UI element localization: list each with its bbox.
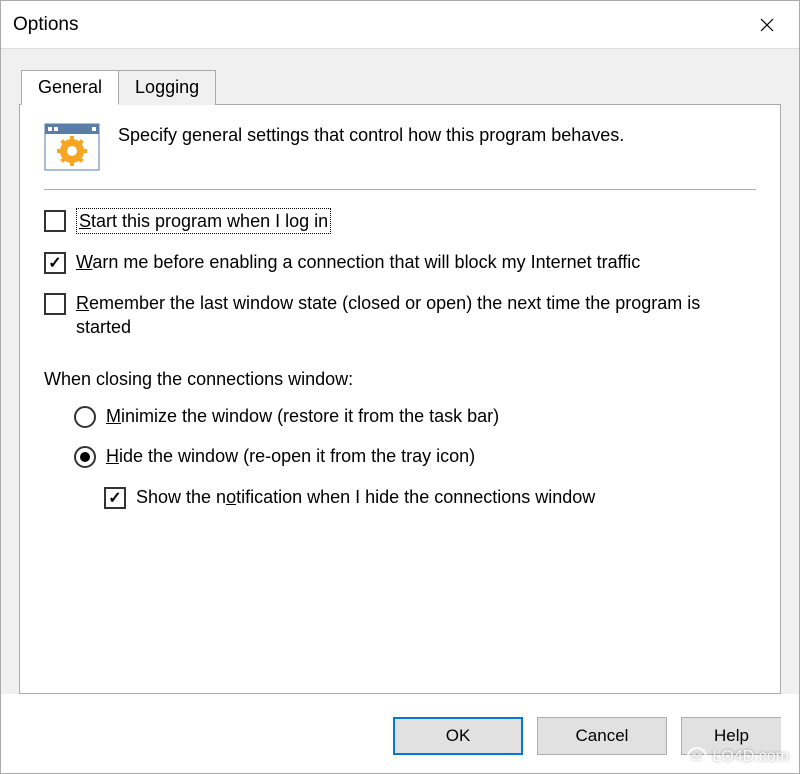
radio-hide[interactable] (74, 446, 96, 468)
label-show-notification[interactable]: Show the notification when I hide the co… (136, 485, 595, 509)
close-button[interactable] (747, 9, 787, 41)
dialog-body: General Logging (1, 49, 799, 694)
label-hide[interactable]: Hide the window (re-open it from the tra… (106, 444, 475, 468)
label-remember-state[interactable]: Remember the last window state (closed o… (76, 291, 756, 340)
intro-text: Specify general settings that control ho… (118, 123, 624, 147)
titlebar: Options (1, 1, 799, 49)
tab-panel-general: Specify general settings that control ho… (19, 104, 781, 694)
label-start-on-login[interactable]: Start this program when I log in (76, 208, 331, 234)
option-show-notification: Show the notification when I hide the co… (104, 485, 756, 509)
checkbox-remember-state[interactable] (44, 293, 66, 315)
option-start-on-login: Start this program when I log in (44, 208, 756, 234)
tab-logging[interactable]: Logging (118, 70, 216, 105)
option-warn-block: Warn me before enabling a connection tha… (44, 250, 756, 274)
checkbox-show-notification[interactable] (104, 487, 126, 509)
close-section-heading: When closing the connections window: (44, 369, 756, 390)
cancel-button[interactable]: Cancel (537, 717, 667, 755)
checkbox-warn-block[interactable] (44, 252, 66, 274)
label-minimize[interactable]: Minimize the window (restore it from the… (106, 404, 499, 428)
tab-general[interactable]: General (21, 70, 119, 105)
close-icon (760, 18, 774, 32)
window-title: Options (13, 14, 78, 36)
option-hide: Hide the window (re-open it from the tra… (74, 444, 756, 468)
option-minimize: Minimize the window (restore it from the… (74, 404, 756, 428)
watermark: cc LO4D.com (687, 747, 789, 767)
tab-strip: General Logging (21, 70, 781, 105)
options-dialog: Options General Logging (0, 0, 800, 774)
radio-minimize[interactable] (74, 406, 96, 428)
checkbox-start-on-login[interactable] (44, 210, 66, 232)
watermark-text: LO4D.com (713, 748, 789, 766)
intro-section: Specify general settings that control ho… (44, 123, 756, 190)
option-remember-state: Remember the last window state (closed o… (44, 291, 756, 340)
ok-button[interactable]: OK (393, 717, 523, 755)
settings-gear-icon (44, 123, 100, 171)
label-warn-block[interactable]: Warn me before enabling a connection tha… (76, 250, 640, 274)
cc-icon: cc (687, 747, 707, 767)
